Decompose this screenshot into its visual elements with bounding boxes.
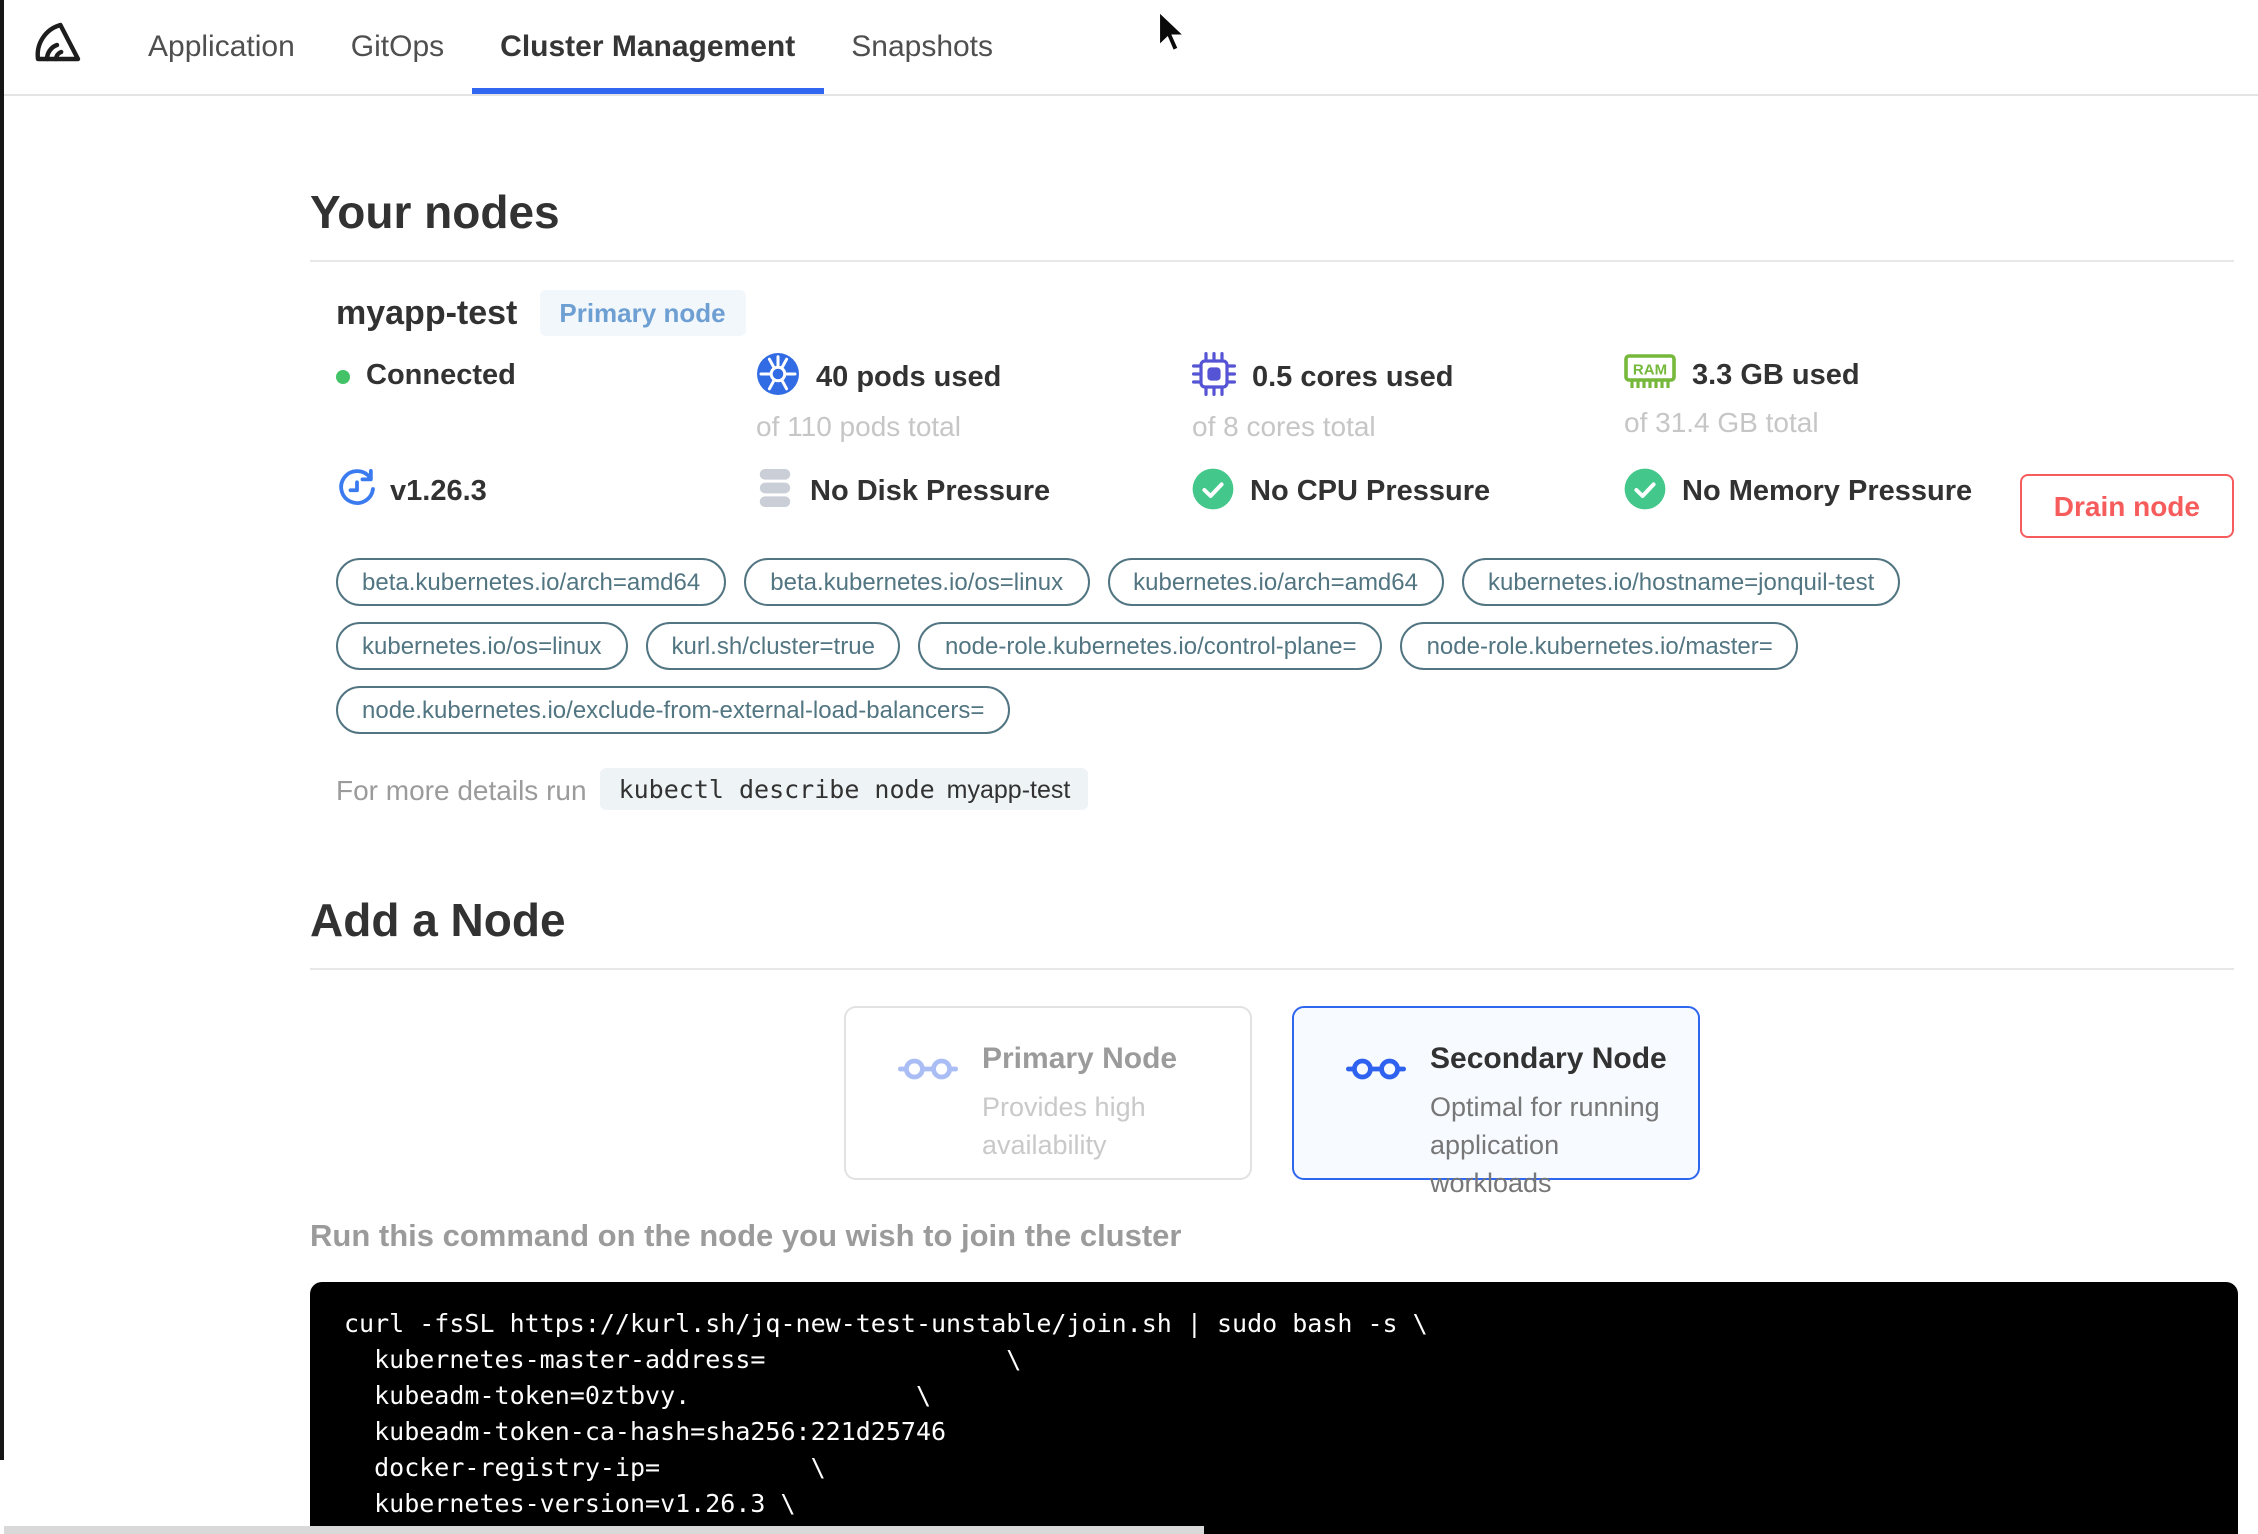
cpu-pressure-label: No CPU Pressure bbox=[1250, 476, 1491, 508]
code-line: kubeadm-token-ca-hash=sha256:221d25746 bbox=[344, 1416, 947, 1446]
node-label-pill: kubernetes.io/hostname=jonquil-test bbox=[1462, 558, 1901, 606]
check-circle-icon bbox=[1192, 467, 1234, 517]
cpu-pressure-condition: No CPU Pressure bbox=[1192, 466, 1624, 518]
cores-total-label: of 8 cores total bbox=[1192, 410, 1376, 442]
memory-total-label: of 31.4 GB total bbox=[1624, 406, 1819, 438]
code-line: kubeadm-token=0ztbvy. \ bbox=[344, 1380, 931, 1410]
nav-tabs: Application GitOps Cluster Management Sn… bbox=[120, 0, 1021, 94]
code-line: kubernetes-master-address= \ bbox=[344, 1344, 1022, 1374]
top-nav: Application GitOps Cluster Management Sn… bbox=[0, 0, 2258, 96]
node-label-pill: node-role.kubernetes.io/control-plane= bbox=[918, 622, 1383, 670]
node-label-pill: beta.kubernetes.io/os=linux bbox=[744, 558, 1090, 606]
join-command-code-block: curl -fsSL https://kurl.sh/jq-new-test-u… bbox=[310, 1282, 2238, 1534]
cores-stat: 0.5 cores used of 8 cores total bbox=[1192, 352, 1624, 442]
window-bottom-edge bbox=[4, 1526, 1204, 1534]
primary-node-badge: Primary node bbox=[539, 290, 746, 336]
pods-used-label: 40 pods used bbox=[816, 362, 1002, 394]
add-node-heading: Add a Node bbox=[310, 894, 566, 946]
mouse-cursor-icon bbox=[1156, 8, 1190, 70]
your-nodes-heading: Your nodes bbox=[310, 186, 560, 238]
node-label-pill: node-role.kubernetes.io/master= bbox=[1400, 622, 1799, 670]
primary-node-option-description: Provides high availability bbox=[982, 1092, 1146, 1160]
memory-stat: RAM 3.3 GB used of 31.4 GB total bbox=[1624, 352, 2234, 442]
secondary-node-option-card[interactable]: Secondary Node Optimal for running appli… bbox=[1292, 1006, 1700, 1198]
describe-command-text: kubectl describe node bbox=[618, 774, 935, 804]
cpu-icon bbox=[1192, 352, 1237, 404]
node-stats-row: Connected 40 pods used of 110 pods total… bbox=[336, 352, 2234, 442]
node-status: Connected bbox=[336, 352, 756, 400]
node-card: myapp-test Primary node Connected 40 pod… bbox=[310, 262, 2234, 810]
tab-snapshots[interactable]: Snapshots bbox=[823, 0, 1021, 94]
disk-pressure-label: No Disk Pressure bbox=[810, 476, 1051, 508]
node-label-pill: beta.kubernetes.io/arch=amd64 bbox=[336, 558, 727, 606]
node-label-pill: kurl.sh/cluster=true bbox=[645, 622, 901, 670]
main-content: Your nodes myapp-test Primary node Conne… bbox=[310, 96, 2238, 1534]
node-label-pill: node.kubernetes.io/exclude-from-external… bbox=[336, 686, 1011, 734]
node-label-pill: kubernetes.io/arch=amd64 bbox=[1107, 558, 1444, 606]
disk-icon bbox=[756, 466, 794, 518]
describe-node-command-chip: kubectl describe node myapp-test bbox=[600, 768, 1089, 810]
cluster-management-page: Application GitOps Cluster Management Sn… bbox=[0, 0, 2258, 1534]
node-name: myapp-test bbox=[336, 293, 518, 331]
kurl-logo[interactable] bbox=[0, 0, 86, 94]
memory-pressure-label: No Memory Pressure bbox=[1682, 476, 1973, 508]
node-details-hint: For more details run kubectl describe no… bbox=[336, 768, 2234, 810]
drain-node-button[interactable]: Drain node bbox=[2019, 474, 2234, 538]
node-label-pill: kubernetes.io/os=linux bbox=[336, 622, 628, 670]
details-prefix: For more details run bbox=[336, 773, 587, 805]
node-link-icon bbox=[1346, 1054, 1406, 1178]
disk-pressure-condition: No Disk Pressure bbox=[756, 466, 1192, 518]
code-line: curl -fsSL https://kurl.sh/jq-new-test-u… bbox=[344, 1308, 1428, 1338]
node-labels: beta.kubernetes.io/arch=amd64 beta.kuber… bbox=[336, 558, 2234, 734]
node-version: v1.26.3 bbox=[336, 466, 756, 518]
check-circle-icon bbox=[1624, 467, 1666, 517]
section-divider bbox=[310, 968, 2234, 970]
svg-text:RAM: RAM bbox=[1633, 361, 1667, 378]
status-dot-icon bbox=[336, 369, 350, 383]
tab-cluster-management[interactable]: Cluster Management bbox=[472, 0, 823, 94]
pods-total-label: of 110 pods total bbox=[756, 410, 961, 442]
version-label: v1.26.3 bbox=[390, 476, 487, 508]
secondary-node-option-description: Optimal for running application workload… bbox=[1430, 1092, 1660, 1198]
code-line: docker-registry-ip= \ bbox=[344, 1452, 826, 1482]
code-line: kubernetes-version=v1.26.3 \ bbox=[344, 1488, 796, 1518]
kurl-logo-icon bbox=[30, 14, 86, 80]
pods-stat: 40 pods used of 110 pods total bbox=[756, 352, 1192, 442]
node-conditions-row: v1.26.3 No Disk Pressure No CPU Pressure… bbox=[336, 466, 2234, 518]
primary-node-option-card[interactable]: Primary Node Provides high availability bbox=[844, 1006, 1252, 1180]
describe-command-node-name: myapp-test bbox=[946, 775, 1071, 803]
join-command-label: Run this command on the node you wish to… bbox=[310, 1220, 1182, 1254]
node-link-icon bbox=[898, 1054, 958, 1178]
node-type-options: Primary Node Provides high availability … bbox=[310, 1006, 2234, 1198]
secondary-node-option-title: Secondary Node bbox=[1430, 1042, 1667, 1076]
tab-application[interactable]: Application bbox=[120, 0, 323, 94]
tab-gitops[interactable]: GitOps bbox=[323, 0, 472, 94]
cores-used-label: 0.5 cores used bbox=[1252, 362, 1454, 394]
status-label: Connected bbox=[366, 360, 516, 392]
window-left-edge bbox=[0, 0, 4, 1460]
version-update-icon bbox=[336, 467, 378, 517]
memory-used-label: 3.3 GB used bbox=[1692, 360, 1860, 392]
primary-node-option-title: Primary Node bbox=[982, 1042, 1178, 1076]
ram-icon: RAM bbox=[1624, 352, 1676, 400]
kubernetes-icon bbox=[756, 352, 800, 404]
